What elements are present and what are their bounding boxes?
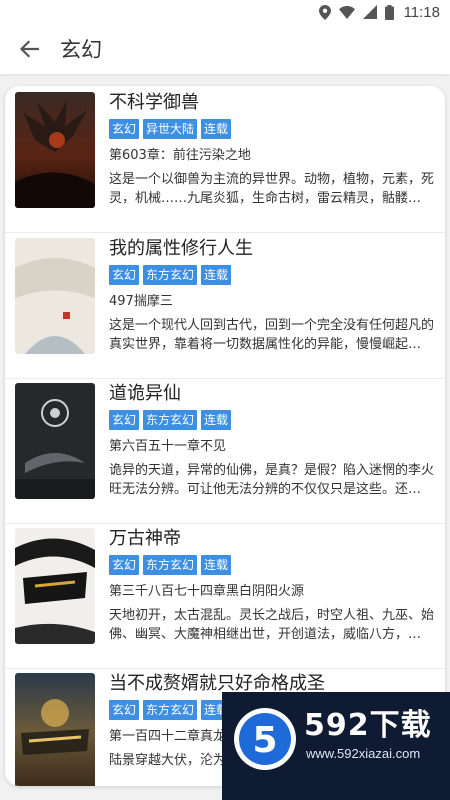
book-cover (15, 92, 95, 208)
latest-chapter: 第六百五十一章不见 (109, 439, 227, 454)
book-item[interactable]: 万古神帝 玄幻 东方玄幻 连载 第三千八百七十四章黑白阴阳火源 天地初开，太古混… (5, 524, 445, 669)
book-description: 诡异的天道，异常的仙佛，是真？是假？陷入迷惘的李火旺无法分辨。可让他无法分辨的不… (109, 463, 435, 497)
book-description: 这是一个现代人回到古代，回到一个完全没有任何超凡的真实世界，靠着将一切数据属性化… (109, 318, 435, 352)
site-brand: 592下载 (304, 708, 432, 743)
book-title: 我的属性修行人生 (109, 238, 253, 259)
tag: 玄幻 (109, 119, 140, 139)
tag: 玄幻 (109, 265, 140, 285)
book-cover (15, 528, 95, 644)
status-time: 11:18 (403, 3, 440, 21)
book-cover (15, 238, 95, 354)
content-area: 不科学御兽 玄幻 异世大陆 连载 第603章：前往污染之地 这是一个以御兽为主流… (0, 74, 450, 800)
tag-list: 玄幻 东方玄幻 连载 (109, 410, 232, 430)
tag: 连载 (201, 119, 232, 139)
book-item[interactable]: 道诡异仙 玄幻 东方玄幻 连载 第六百五十一章不见 诡异的天道，异常的仙佛，是真… (5, 379, 445, 524)
latest-chapter: 第一百四十二章真龙 (109, 729, 227, 744)
book-title: 万古神帝 (109, 528, 181, 549)
latest-chapter: 第三千八百七十四章黑白阴阳火源 (109, 584, 305, 599)
tag: 玄幻 (109, 555, 140, 575)
svg-text:5: 5 (252, 720, 277, 761)
book-description: 这是一个以御兽为主流的异世界。动物，植物，元素，死灵，机械……九尾炎狐，生命古树… (109, 172, 435, 206)
tag-list: 玄幻 东方玄幻 连载 (109, 700, 232, 720)
tag: 东方玄幻 (143, 700, 198, 720)
book-title: 不科学御兽 (109, 92, 199, 113)
app-bar: 玄幻 (0, 24, 450, 74)
battery-icon (384, 4, 394, 20)
book-item[interactable]: 不科学御兽 玄幻 异世大陆 连载 第603章：前往污染之地 这是一个以御兽为主流… (5, 88, 445, 233)
wifi-icon (338, 5, 355, 19)
tag: 玄幻 (109, 410, 140, 430)
latest-chapter: 第603章：前往污染之地 (109, 148, 251, 163)
book-item[interactable]: 我的属性修行人生 玄幻 东方玄幻 连载 497揣摩三 这是一个现代人回到古代，回… (5, 234, 445, 379)
tag: 连载 (201, 410, 232, 430)
location-icon (318, 4, 331, 20)
tag: 东方玄幻 (143, 555, 198, 575)
book-title: 道诡异仙 (109, 383, 181, 404)
tag: 连载 (201, 555, 232, 575)
tag: 异世大陆 (143, 119, 198, 139)
back-button[interactable] (16, 36, 42, 62)
book-cover (15, 673, 95, 786)
site-url: www.592xiazai.com (306, 746, 421, 761)
page-title: 玄幻 (60, 38, 102, 62)
site-watermark: 5 592下载 www.592xiazai.com (222, 692, 450, 800)
tag: 连载 (201, 265, 232, 285)
book-cover (15, 383, 95, 499)
back-arrow-icon (19, 40, 39, 58)
tag-list: 玄幻 东方玄幻 连载 (109, 265, 232, 285)
tag: 东方玄幻 (143, 265, 198, 285)
tag: 玄幻 (109, 700, 140, 720)
latest-chapter: 497揣摩三 (109, 294, 173, 309)
book-description: 天地初开，太古混乱。灵长之战后，时空人祖、九巫、始佛、幽冥、大魔神相继出世，开创… (109, 608, 435, 642)
book-list: 不科学御兽 玄幻 异世大陆 连载 第603章：前往污染之地 这是一个以御兽为主流… (5, 86, 445, 786)
status-bar: 11:18 (0, 0, 450, 24)
tag: 东方玄幻 (143, 410, 198, 430)
tag-list: 玄幻 东方玄幻 连载 (109, 555, 232, 575)
site-logo: 5 (234, 708, 296, 770)
tag-list: 玄幻 异世大陆 连载 (109, 119, 232, 139)
signal-icon (362, 5, 377, 19)
